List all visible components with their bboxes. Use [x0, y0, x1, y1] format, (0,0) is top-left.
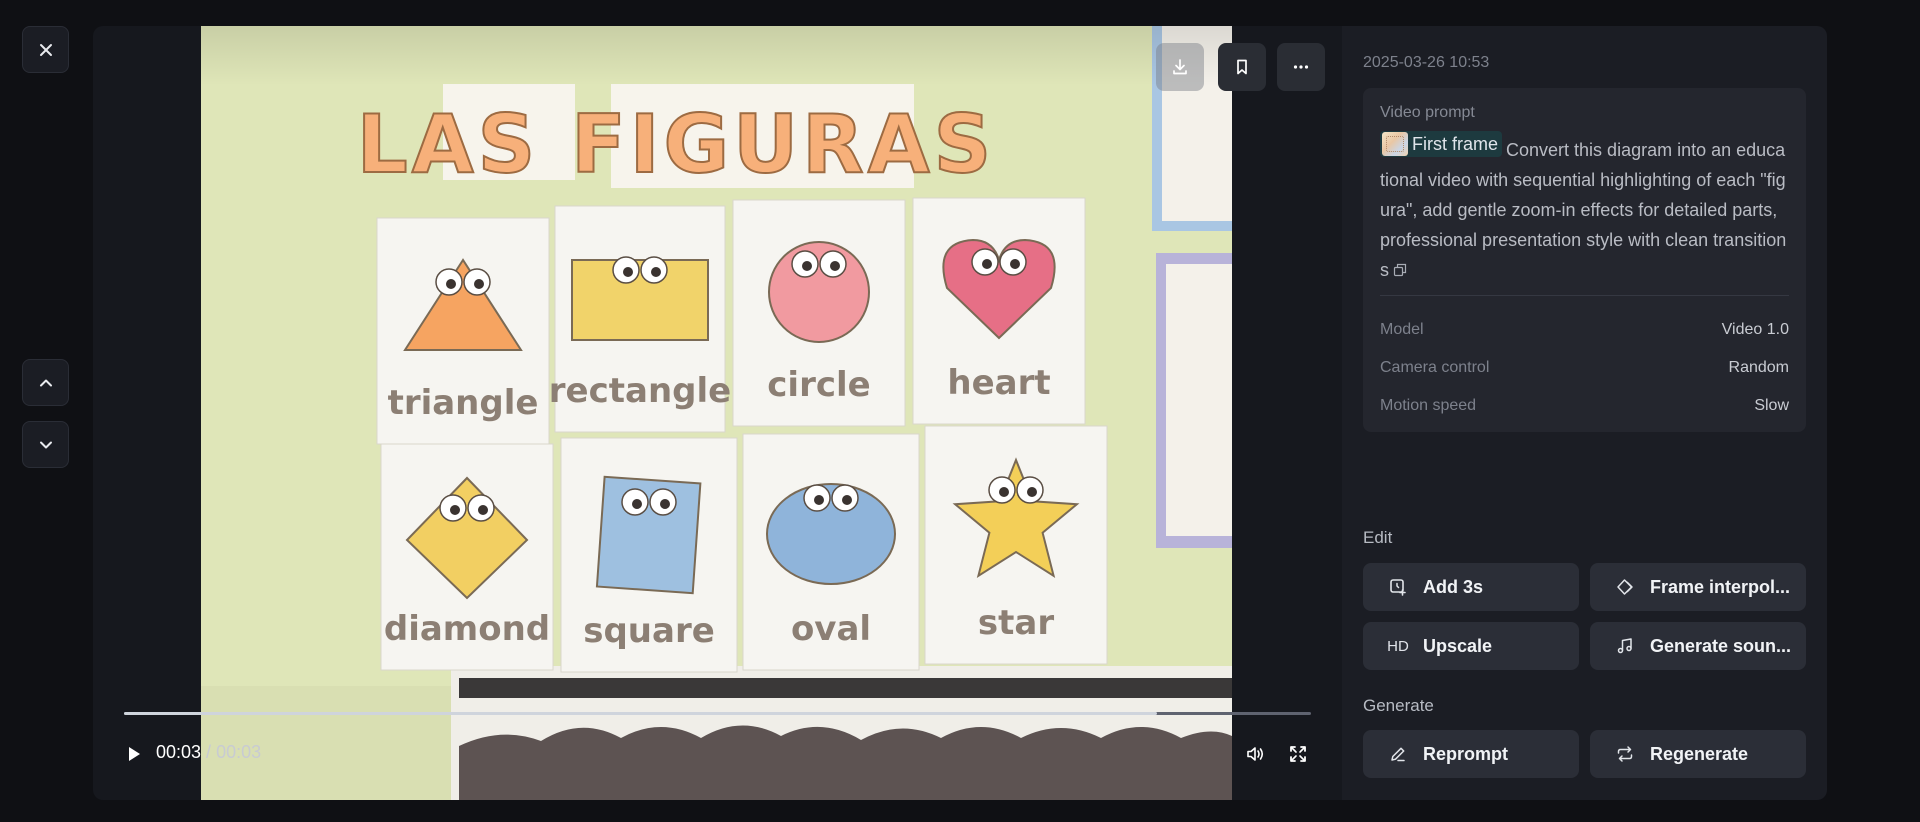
download-button[interactable]	[1156, 43, 1204, 91]
regenerate-label: Regenerate	[1650, 743, 1749, 764]
prompt-text-block: First frame Convert this diagram into an …	[1380, 131, 1789, 285]
hd-icon: HD	[1387, 637, 1409, 655]
more-options-button[interactable]	[1277, 43, 1325, 91]
shape-label: square	[583, 611, 715, 651]
meta-value: Video 1.0	[1721, 321, 1789, 338]
frame-interpolation-button[interactable]: Frame interpol...	[1590, 563, 1806, 611]
shape-label: heart	[947, 363, 1050, 403]
prompt-card: Video prompt First frame Convert this dia…	[1363, 88, 1806, 432]
shape-card: star	[924, 425, 1108, 665]
meta-row-camera: Camera control Random	[1380, 359, 1789, 377]
shape-card: triangle	[376, 217, 550, 445]
meta-value: Slow	[1754, 397, 1789, 414]
more-horizontal-icon	[1293, 65, 1309, 69]
play-icon	[129, 747, 140, 761]
prompt-text: Convert this diagram into an educational…	[1380, 140, 1787, 280]
meta-row-motion: Motion speed Slow	[1380, 397, 1789, 415]
video-frame[interactable]: LAS FIGURAS triangle rectangle circle heart…	[201, 26, 1232, 800]
timestamp: 2025-03-26 10:53	[1363, 54, 1490, 71]
shape-card: heart	[912, 197, 1086, 425]
download-icon	[1173, 59, 1187, 75]
shape-card: circle	[732, 199, 906, 427]
fullscreen-icon	[1290, 746, 1306, 762]
time-separator: /	[201, 742, 217, 762]
shape-label: rectangle	[549, 371, 731, 411]
fullscreen-button[interactable]	[1286, 742, 1310, 766]
repeat-icon	[1614, 743, 1636, 765]
time-display: 00:03 / 00:03	[156, 742, 261, 763]
meta-key: Motion speed	[1380, 397, 1477, 414]
meta-key: Model	[1380, 321, 1424, 338]
bookmark-icon	[1237, 59, 1247, 75]
reprompt-button[interactable]: Reprompt	[1363, 730, 1579, 778]
shape-illustration	[768, 241, 870, 343]
generate-sound-button[interactable]: Generate soun...	[1590, 622, 1806, 670]
details-panel: 2025-03-26 10:53 Video prompt First fram…	[1342, 26, 1827, 800]
shape-illustration	[766, 483, 896, 585]
play-button[interactable]	[122, 742, 146, 766]
bookmark-button[interactable]	[1218, 43, 1266, 91]
volume-icon	[1247, 747, 1264, 761]
shape-label: oval	[791, 609, 871, 649]
music-note-icon	[1614, 635, 1636, 657]
reprompt-label: Reprompt	[1423, 743, 1508, 764]
generate-section-title: Generate	[1363, 696, 1434, 715]
extend-icon	[1387, 576, 1409, 598]
shape-card: diamond	[380, 443, 554, 671]
reference-chip-label: First frame	[1412, 134, 1499, 154]
previous-button[interactable]	[22, 359, 69, 406]
meta-value: Random	[1728, 359, 1789, 376]
copy-icon[interactable]	[1393, 263, 1407, 277]
progress-fill	[124, 712, 1157, 715]
video-viewer: LAS FIGURAS triangle rectangle circle heart…	[93, 26, 1342, 800]
shape-card: square	[560, 437, 738, 673]
close-icon	[39, 43, 52, 56]
add-3s-label: Add 3s	[1423, 576, 1484, 597]
meta-row-model: Model Video 1.0	[1380, 321, 1789, 339]
shape-label: triangle	[388, 383, 539, 423]
reference-thumbnail	[1382, 132, 1408, 156]
upscale-label: Upscale	[1423, 635, 1493, 656]
add-3s-button[interactable]: Add 3s	[1363, 563, 1579, 611]
chevron-down-icon	[39, 441, 52, 448]
edit-section-title: Edit	[1363, 528, 1393, 547]
interpolation-icon	[1614, 576, 1636, 598]
upscale-button[interactable]: HD Upscale	[1363, 622, 1579, 670]
progress-bar[interactable]	[124, 712, 1311, 715]
frame-interpolation-label: Frame interpol...	[1650, 576, 1791, 597]
close-button[interactable]	[22, 26, 69, 73]
reference-chip[interactable]: First frame	[1380, 131, 1503, 157]
pencil-icon	[1387, 743, 1409, 765]
shape-label: circle	[767, 365, 870, 405]
shape-illustration	[595, 475, 702, 595]
poster-title: LAS FIGURAS	[357, 98, 996, 191]
shape-label: star	[978, 603, 1054, 643]
total-time: 00:03	[216, 742, 262, 762]
regenerate-button[interactable]: Regenerate	[1590, 730, 1806, 778]
current-time: 00:03	[156, 742, 202, 762]
generate-sound-label: Generate soun...	[1650, 635, 1792, 656]
meta-key: Camera control	[1380, 359, 1490, 376]
shape-illustration	[571, 259, 709, 341]
chevron-up-icon	[39, 379, 52, 386]
shape-label: diamond	[384, 609, 550, 649]
poster-image: LAS FIGURAS triangle rectangle circle heart…	[201, 26, 1232, 800]
prompt-label: Video prompt	[1380, 104, 1475, 121]
shape-card: oval	[742, 433, 920, 671]
volume-button[interactable]	[1243, 742, 1267, 766]
prompt-divider	[1380, 295, 1789, 296]
shape-card: rectangle	[549, 205, 731, 433]
next-button[interactable]	[22, 421, 69, 468]
